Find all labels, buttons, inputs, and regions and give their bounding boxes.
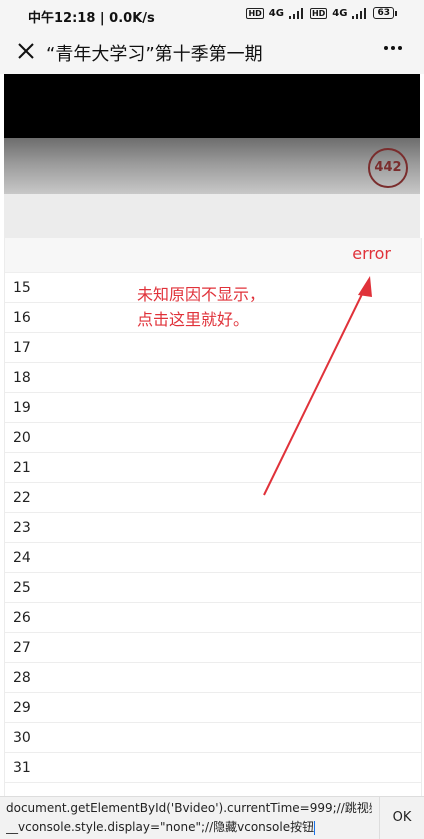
ok-button[interactable]: OK xyxy=(379,797,424,839)
page-title: “青年大学习”第十季第一期 xyxy=(46,44,263,65)
console-line-row: 18 xyxy=(5,363,421,393)
command-line-1: document.getElementById('Bvideo').curren… xyxy=(6,801,372,815)
signal-icon-2 xyxy=(352,7,368,19)
console-line-row: 29 xyxy=(5,693,421,723)
annotation-line-1: 未知原因不显示， xyxy=(137,285,266,304)
status-time: 中午12:18 | 0.0K/s xyxy=(28,11,155,26)
console-line-row: 22 xyxy=(5,483,421,513)
video-badge: 442 xyxy=(368,148,408,188)
battery-icon: 63 xyxy=(373,7,397,19)
signal-icon xyxy=(288,7,305,19)
error-label[interactable]: error xyxy=(352,244,391,263)
more-icon[interactable] xyxy=(384,46,402,50)
video-player[interactable]: 442 xyxy=(4,74,420,194)
console-header: error xyxy=(5,238,421,273)
video-frame: 442 xyxy=(4,138,420,194)
console-line-row: 31 xyxy=(5,753,421,783)
console-line-row: 25 xyxy=(5,573,421,603)
annotation-line-2: 点击这里就好。 xyxy=(137,310,250,329)
network-type: 4G xyxy=(268,7,284,19)
hd-badge-2: HD xyxy=(309,7,328,19)
console-line-row: 24 xyxy=(5,543,421,573)
console-line-row: 28 xyxy=(5,663,421,693)
video-gap xyxy=(4,194,420,238)
status-icons: HD 4G HD 4G 63 xyxy=(246,7,397,19)
console-line-row: 23 xyxy=(5,513,421,543)
text-cursor xyxy=(314,820,316,835)
close-icon[interactable] xyxy=(14,39,38,63)
console-line-row: 21 xyxy=(5,453,421,483)
command-line-2: __vconsole.style.display="none";//隐藏vcon… xyxy=(6,820,315,834)
title-bar: “青年大学习”第十季第一期 xyxy=(0,30,424,74)
command-input[interactable]: document.getElementById('Bvideo').curren… xyxy=(6,799,372,837)
console-line-row: 20 xyxy=(5,423,421,453)
console-lines: 15 16 17 18 19 20 21 22 23 24 25 26 27 28 29 30 31 xyxy=(5,273,421,783)
console-line-row: 26 xyxy=(5,603,421,633)
console-line-row: 19 xyxy=(5,393,421,423)
console-line-row: 17 xyxy=(5,333,421,363)
console-line-row: 27 xyxy=(5,633,421,663)
command-bar: document.getElementById('Bvideo').curren… xyxy=(0,796,424,839)
hd-badge: HD xyxy=(246,7,264,19)
network-type-2: 4G xyxy=(332,7,348,19)
status-bar: 中午12:18 | 0.0K/s HD 4G HD 4G 63 xyxy=(0,0,424,30)
annotation-note: 未知原因不显示， 点击这里就好。 xyxy=(137,282,337,332)
console-line-row: 30 xyxy=(5,723,421,753)
